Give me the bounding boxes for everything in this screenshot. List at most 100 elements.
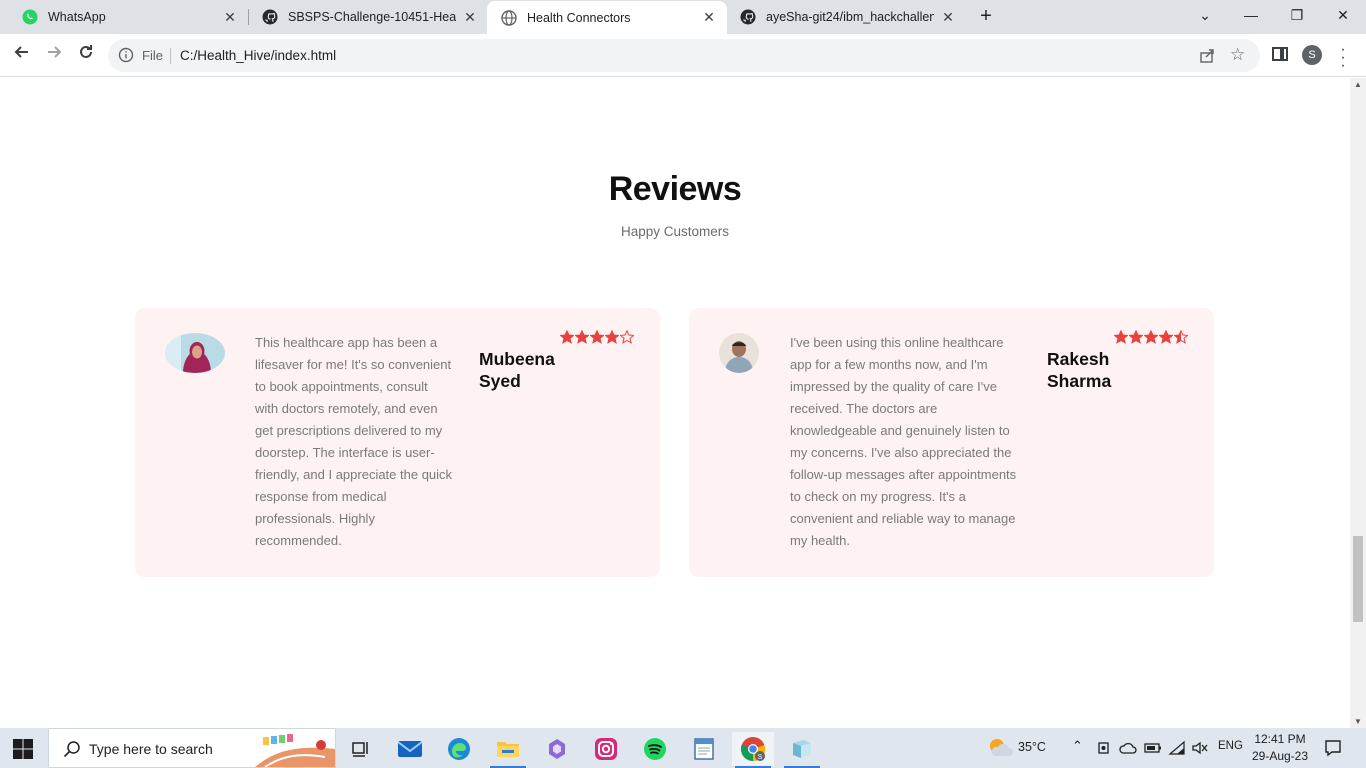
star-filled-icon: [605, 330, 619, 344]
battery-icon[interactable]: [1144, 742, 1162, 754]
github-icon: [740, 9, 756, 25]
clock-time: 12:41 PM: [1254, 732, 1306, 746]
tab-title: ayeSha-git24/ibm_hackchallenge: [766, 10, 934, 24]
review-line: friendly, and I appreciate the quick: [255, 467, 453, 482]
notepad-icon[interactable]: [683, 732, 725, 766]
tray-overflow-chevron-icon[interactable]: ⌃: [1072, 738, 1083, 754]
info-icon[interactable]: [118, 47, 134, 63]
whatsapp-icon: [22, 9, 38, 25]
browser-tab-strip: WhatsApp ✕ SBSPS-Challenge-10451-HealthC…: [0, 0, 1366, 34]
globe-icon: [501, 9, 517, 26]
copilot-icon[interactable]: [536, 732, 578, 766]
review-card: This healthcare app has been a lifesaver…: [135, 308, 660, 577]
review-line: app for a few months now, and I'm: [790, 357, 988, 372]
star-filled-icon: [1114, 330, 1128, 344]
forward-arrow-icon: [48, 46, 62, 58]
review-text: I've been using this online healthcare a…: [790, 332, 1050, 552]
mail-icon[interactable]: [389, 732, 431, 766]
review-line: received. The doctors are: [790, 401, 938, 416]
close-icon[interactable]: ✕: [222, 9, 238, 26]
new-tab-button[interactable]: +: [973, 5, 999, 29]
divider: [170, 48, 171, 64]
avatar: [719, 333, 759, 373]
review-card: I've been using this online healthcare a…: [689, 308, 1214, 577]
review-line: I've been using this online healthcare: [790, 335, 1004, 350]
close-icon[interactable]: ✕: [701, 9, 717, 26]
tab-github-hackchallenge[interactable]: ayeSha-git24/ibm_hackchallenge ✕: [726, 0, 966, 34]
minimize-button[interactable]: —: [1228, 0, 1274, 30]
notification-center-icon[interactable]: [1324, 739, 1342, 757]
reload-button[interactable]: [74, 43, 98, 67]
taskbar-search-box[interactable]: Type here to search: [48, 728, 336, 768]
scheme-label: File: [142, 48, 163, 63]
profile-avatar[interactable]: S: [1302, 45, 1322, 65]
windows-start-icon[interactable]: [12, 738, 34, 760]
window-close-button[interactable]: ✕: [1320, 0, 1366, 30]
forward-button[interactable]: [42, 43, 66, 67]
review-line: my health.: [790, 533, 850, 548]
svg-text:S: S: [758, 754, 763, 761]
star-empty-icon: [620, 330, 634, 344]
chrome-icon[interactable]: S: [732, 732, 774, 768]
reviewer-name: Rakesh Sharma: [1047, 348, 1111, 392]
tab-whatsapp[interactable]: WhatsApp ✕: [8, 0, 248, 34]
browser-toolbar: File C:/Health_Hive/index.html ☆ S · · ·: [0, 34, 1366, 77]
tab-title: Health Connectors: [527, 10, 631, 25]
url-text[interactable]: C:/Health_Hive/index.html: [180, 48, 336, 63]
review-line: impressed by the quality of care I've: [790, 379, 997, 394]
instagram-icon[interactable]: [585, 732, 627, 766]
menu-icon[interactable]: · · ·: [1338, 42, 1348, 74]
spotify-icon[interactable]: [634, 732, 676, 766]
volume-muted-icon[interactable]: [1191, 740, 1209, 756]
review-line: This healthcare app has been a: [255, 335, 438, 350]
meet-now-icon[interactable]: [1097, 741, 1111, 755]
reviewer-name-line: Syed: [479, 371, 521, 391]
reviewer-photo: [165, 333, 225, 373]
review-line: with doctors remotely, and even: [255, 401, 438, 416]
page-scrollbar[interactable]: ▲ ▼: [1350, 78, 1366, 728]
task-view-icon[interactable]: [340, 732, 382, 766]
search-highlight-illustration: [255, 734, 335, 767]
onedrive-cloud-icon[interactable]: [1119, 741, 1137, 755]
review-line: recommended.: [255, 533, 342, 548]
scrollbar-thumb[interactable]: [1353, 536, 1363, 622]
reviewer-name-line: Mubeena: [479, 349, 555, 369]
close-icon[interactable]: ✕: [940, 9, 956, 26]
wifi-icon[interactable]: [1168, 740, 1186, 756]
review-line: my concerns. I've also appreciated the: [790, 445, 1012, 460]
review-line: professionals. Highly: [255, 511, 375, 526]
restore-button[interactable]: ❐: [1274, 0, 1320, 30]
system-clock[interactable]: 12:41 PM 29-Aug-23: [1248, 731, 1312, 765]
close-icon[interactable]: ✕: [462, 9, 478, 26]
windows-taskbar: Type here to search S 35°C ⌃ ENG 12:41 P…: [0, 728, 1366, 768]
review-line: doorstep. The interface is user-: [255, 445, 435, 460]
scroll-down-arrow-icon[interactable]: ▼: [1350, 717, 1366, 726]
star-filled-icon: [1144, 330, 1158, 344]
edge-icon[interactable]: [438, 732, 480, 766]
section-title: Reviews: [608, 170, 742, 208]
tab-health-connectors[interactable]: Health Connectors ✕: [487, 1, 727, 34]
tab-title: WhatsApp: [48, 10, 106, 24]
app-icon[interactable]: [781, 732, 823, 768]
review-line: to check on my progress. It's a: [790, 489, 966, 504]
bookmark-star-icon[interactable]: ☆: [1230, 45, 1245, 65]
language-indicator[interactable]: ENG: [1218, 740, 1243, 752]
weather-icon[interactable]: [987, 736, 1013, 760]
clock-date: 29-Aug-23: [1251, 749, 1309, 763]
star-filled-icon: [560, 330, 574, 344]
weather-temp[interactable]: 35°C: [1018, 740, 1046, 754]
address-bar[interactable]: File C:/Health_Hive/index.html ☆: [108, 39, 1260, 72]
back-button[interactable]: [10, 43, 34, 67]
reviewer-name-line: Rakesh: [1047, 349, 1110, 369]
scroll-up-arrow-icon[interactable]: ▲: [1350, 80, 1366, 89]
review-line: knowledgeable and genuinely listen to: [790, 423, 1010, 438]
tab-github-challenge[interactable]: SBSPS-Challenge-10451-HealthC ✕: [248, 0, 488, 34]
tab-search-button[interactable]: ⌄: [1182, 0, 1228, 30]
share-icon[interactable]: [1198, 47, 1216, 65]
reviewer-name: Mubeena Syed: [479, 348, 555, 392]
github-icon: [262, 9, 278, 25]
side-panel-icon[interactable]: [1272, 47, 1288, 61]
star-filled-icon: [575, 330, 589, 344]
file-explorer-icon[interactable]: [487, 732, 529, 768]
star-filled-icon: [590, 330, 604, 344]
